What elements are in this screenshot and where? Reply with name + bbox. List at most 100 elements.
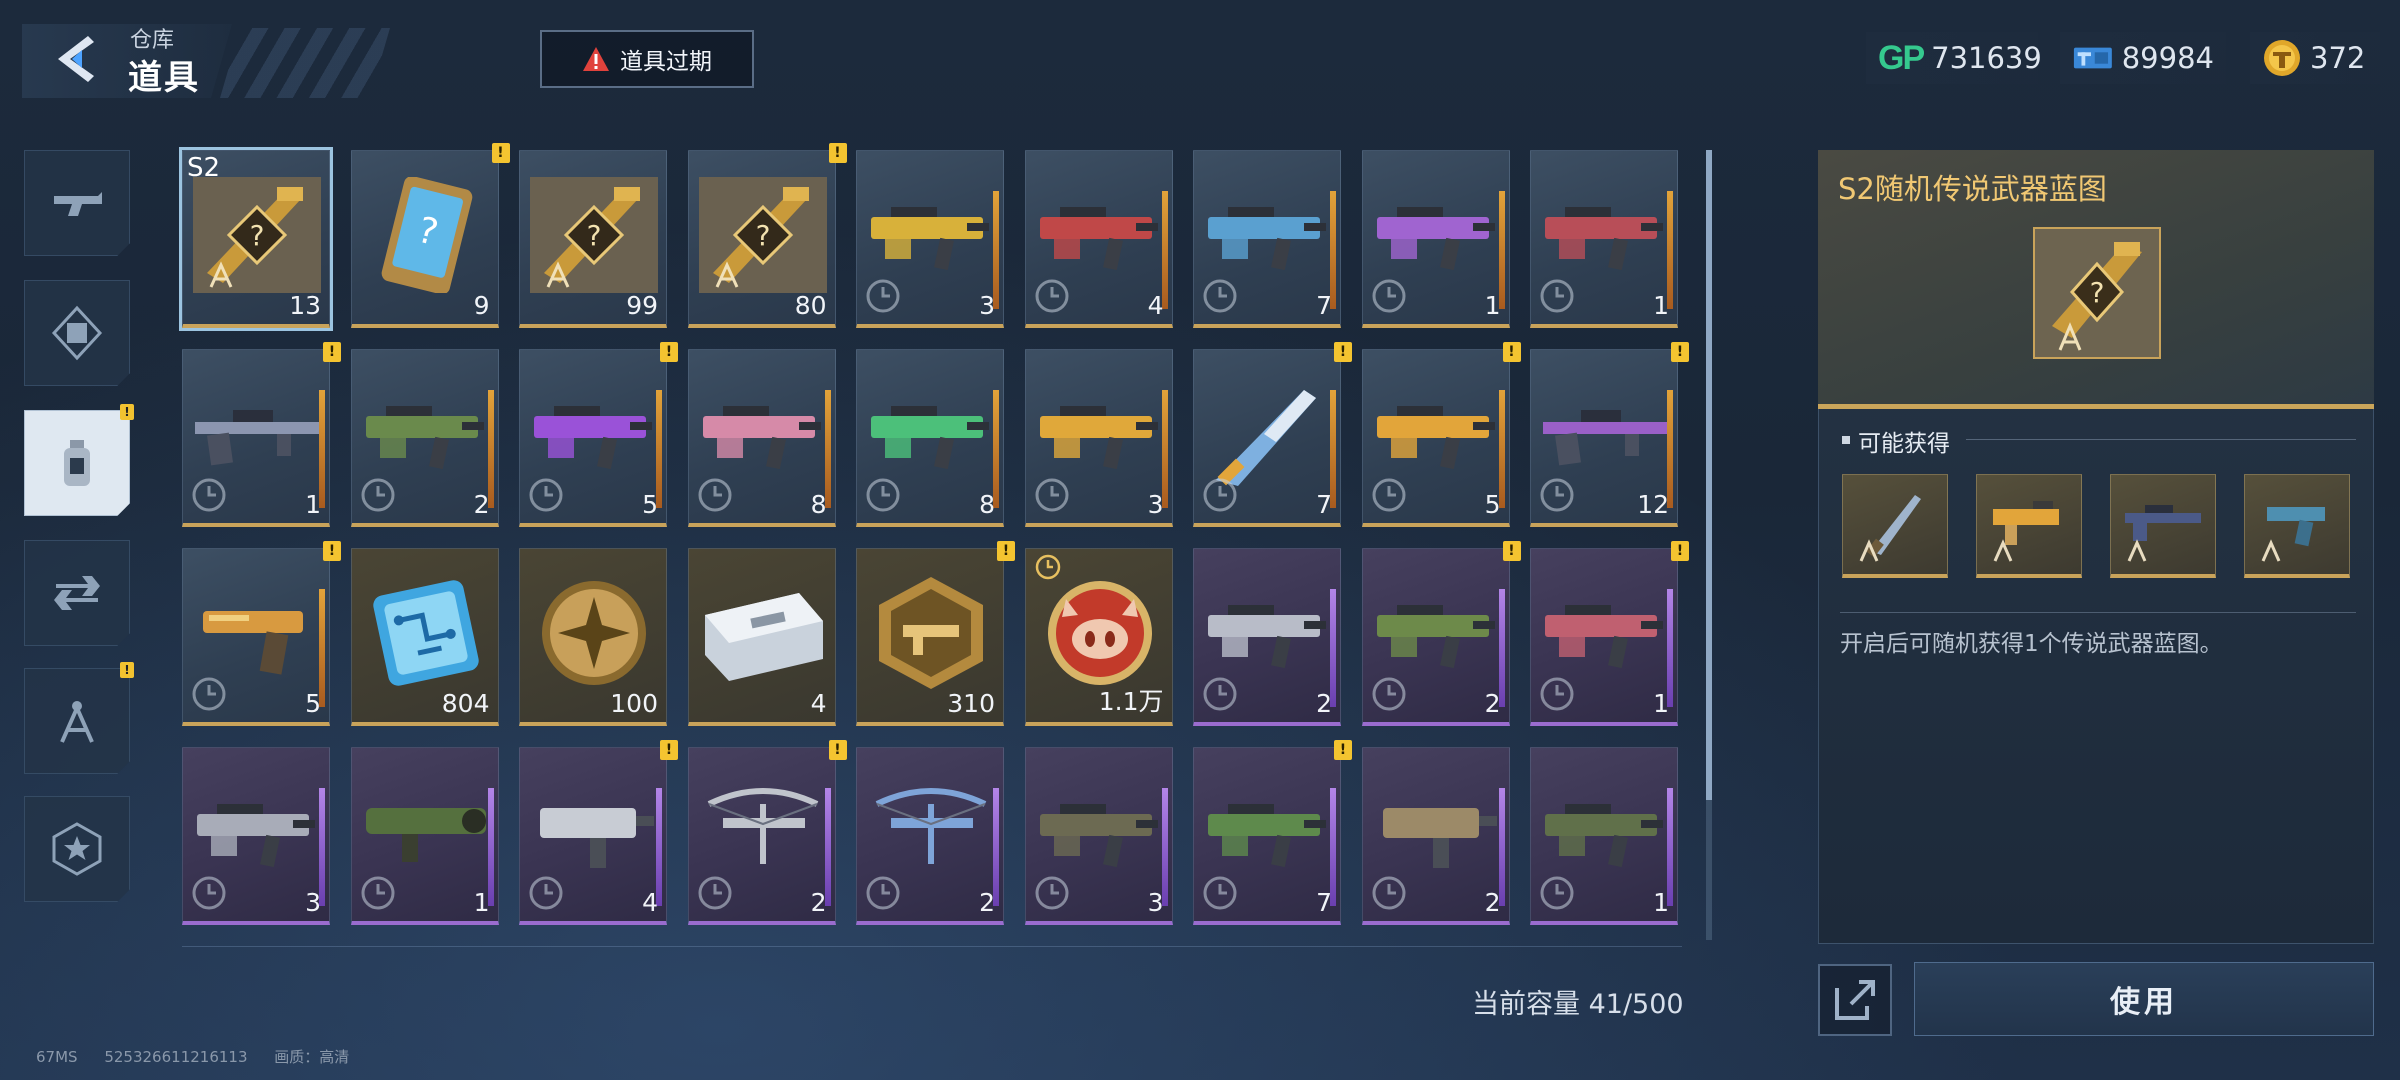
clock-icon [1540, 876, 1574, 910]
item-bottle-icon [64, 440, 90, 486]
item-slot[interactable]: ? 99 [519, 150, 667, 328]
category-exchange[interactable] [24, 540, 130, 646]
item-quantity: 1 [1653, 291, 1669, 320]
item-slot[interactable]: 310! [856, 541, 1015, 726]
category-blueprints-badge: ! [120, 662, 134, 678]
item-slot[interactable]: 1! [182, 342, 341, 527]
share-button[interactable] [1818, 964, 1892, 1036]
use-button[interactable]: 使用 [1914, 962, 2374, 1036]
svg-text:?: ? [587, 219, 602, 252]
currency-gp-value: 731639 [1931, 41, 2042, 75]
category-items[interactable] [24, 410, 130, 516]
item-slot[interactable]: 3 [856, 150, 1004, 328]
category-blueprints[interactable] [24, 668, 130, 774]
category-weapons[interactable] [24, 150, 130, 256]
smg-icon [1382, 808, 1497, 868]
page-title: 道具 [128, 58, 200, 98]
launcher-icon [365, 808, 486, 862]
item-slot[interactable]: 4 [1024, 150, 1173, 328]
reward-knife-blueprint[interactable] [1842, 474, 1948, 578]
item-slot[interactable]: 8 [687, 349, 836, 527]
blueprint-icon: ? [193, 177, 321, 293]
rifle-icon [1208, 804, 1326, 868]
rifle-icon [871, 406, 989, 470]
item-slot[interactable]: 1 [1530, 747, 1678, 925]
item-quantity: 9 [473, 291, 490, 320]
item-slot[interactable]: 1 [1530, 150, 1678, 328]
item-slot[interactable]: 3 [1024, 349, 1173, 527]
currency-ticket[interactable]: 89984 [2060, 32, 2226, 84]
new-item-badge: ! [660, 740, 678, 760]
item-slot[interactable]: 4! [519, 740, 678, 925]
item-expire-button[interactable]: 道具过期 [540, 30, 754, 88]
clock-icon [1372, 677, 1405, 711]
reward-sniper-blueprint[interactable] [2110, 474, 2216, 578]
item-slot[interactable]: 3 [182, 747, 330, 925]
item-slot[interactable]: 2! [1361, 541, 1521, 726]
detail-title: S2随机传说武器蓝图 [1838, 172, 2107, 206]
item-slot[interactable]: 5! [1361, 342, 1521, 527]
item-quantity: 3 [1147, 888, 1164, 917]
item-slot[interactable]: 100 [519, 548, 667, 726]
item-slot[interactable]: 2 [1361, 747, 1510, 925]
item-slot[interactable]: 3 [1024, 747, 1173, 925]
item-slot[interactable]: ? S2 13 [179, 147, 333, 331]
item-slot[interactable]: 5! [519, 342, 678, 527]
chip-icon [372, 580, 479, 686]
case-icon [704, 593, 823, 681]
item-quantity: 2 [1484, 888, 1501, 917]
item-slot[interactable]: 2 [856, 747, 1004, 925]
clock-icon [1372, 279, 1405, 313]
description-divider [1840, 612, 2356, 613]
currency-coin[interactable]: 372 [2250, 32, 2380, 84]
item-slot[interactable]: 5! [182, 541, 341, 726]
new-item-badge: ! [1671, 541, 1689, 561]
item-slot[interactable]: 8 [856, 349, 1004, 527]
new-item-badge: ! [1502, 342, 1521, 362]
item-slot[interactable]: 7 [1193, 150, 1341, 328]
clock-icon [698, 876, 731, 910]
blueprint-icon: ? [698, 177, 827, 293]
item-slot[interactable]: 4 [687, 548, 836, 726]
item-slot[interactable]: 804 [350, 548, 499, 726]
coin-icon [2264, 40, 2300, 76]
rifle-icon [1376, 207, 1495, 271]
sniper-blueprint-icon [2125, 505, 2201, 562]
clock-icon [1540, 279, 1574, 313]
category-frames[interactable] [24, 280, 130, 386]
item-slot[interactable]: 12! [1530, 342, 1689, 527]
item-quantity: 13 [289, 291, 321, 320]
item-slot[interactable]: 2! [687, 740, 847, 925]
item-slot[interactable]: 7! [1193, 342, 1352, 527]
reward-rifle-gold-blueprint[interactable] [1976, 474, 2082, 578]
item-slot[interactable]: 2 [350, 349, 499, 527]
item-quantity: 804 [441, 689, 490, 718]
item-quantity: 2 [1316, 689, 1332, 718]
rifle-gold-blueprint-icon [1993, 501, 2059, 562]
detail-rarity-bar [1818, 404, 2374, 409]
item-quantity: 1 [473, 888, 490, 917]
item-quantity: 1 [305, 490, 321, 519]
clock-icon [1203, 876, 1237, 910]
clock-icon [1203, 478, 1237, 512]
item-slot[interactable]: ? 80! [687, 143, 847, 328]
item-slot[interactable]: 7! [1193, 740, 1352, 925]
item-quantity: 2 [810, 888, 827, 917]
knife-icon [1216, 390, 1316, 486]
reward-pistol-blueprint[interactable] [2244, 474, 2350, 578]
item-slot[interactable]: 1 [350, 747, 499, 925]
category-honors[interactable] [24, 796, 130, 902]
grid-scrollbar-thumb[interactable] [1706, 150, 1712, 800]
item-slot[interactable]: ? 9! [350, 143, 510, 328]
item-slot[interactable]: 2 [1193, 548, 1341, 726]
item-slot[interactable]: 1! [1530, 541, 1689, 726]
rifle-icon [1545, 804, 1663, 868]
rifle-icon [1545, 605, 1663, 669]
clock-icon [529, 478, 563, 512]
sniper-icon [1543, 410, 1667, 466]
back-arrow-icon[interactable] [48, 30, 106, 88]
rifle-icon [1376, 406, 1495, 470]
item-slot[interactable]: 1 [1361, 150, 1510, 328]
item-slot[interactable]: 1.1万 [1024, 548, 1173, 726]
currency-gp[interactable]: GP 731639 [1866, 32, 2042, 84]
